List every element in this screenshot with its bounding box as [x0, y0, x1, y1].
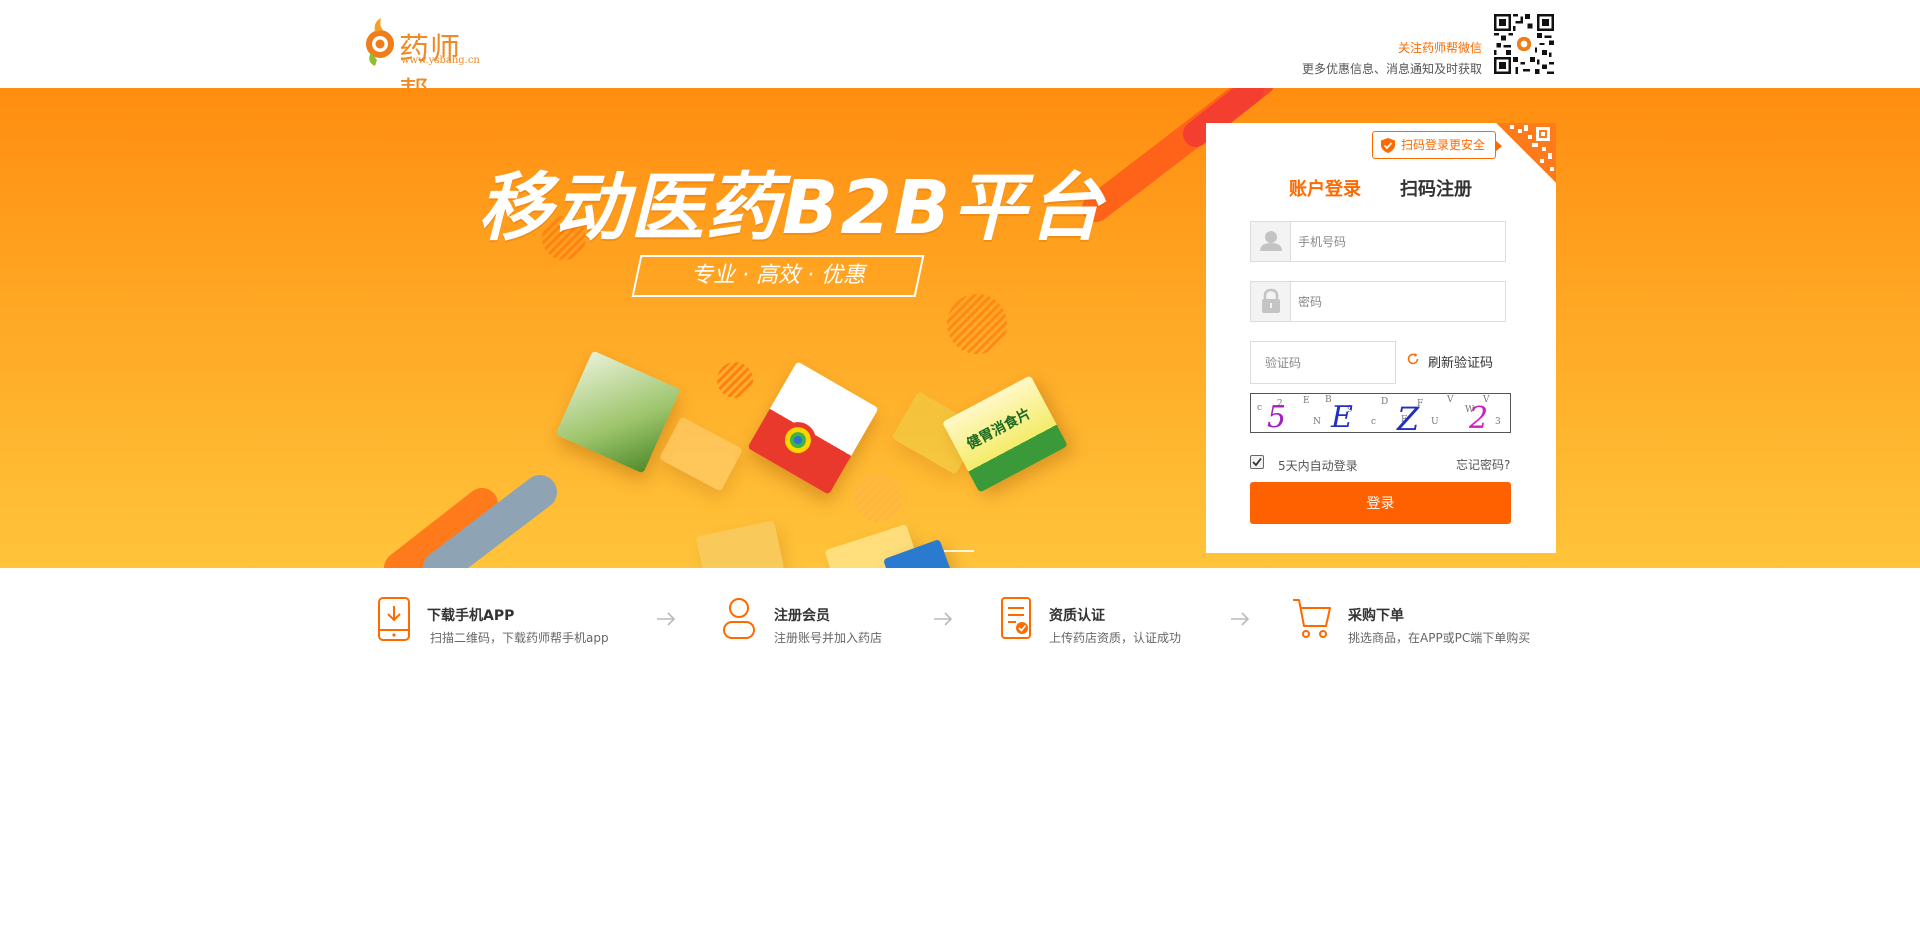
arrow-right-icon	[1231, 612, 1250, 626]
password-input[interactable]	[1292, 282, 1504, 321]
refresh-captcha-label: 刷新验证码	[1428, 356, 1494, 371]
password-field	[1250, 281, 1506, 322]
arrow-right-icon	[657, 612, 676, 626]
product-jianwei-label: 健胃消食片	[964, 405, 1034, 453]
scan-login-tip-label: 扫码登录更安全	[1401, 138, 1486, 152]
site-header: 药师帮 www.ysbang.cn 关注药师帮微信 更多优惠信息、消息通知及时获…	[0, 0, 1920, 111]
remember-label: 5天内自动登录	[1278, 459, 1358, 473]
step-purchase-desc: 挑选商品，在APP或PC端下单购买	[1348, 631, 1531, 645]
wechat-follow-text: 关注药师帮微信 更多优惠信息、消息通知及时获取	[1302, 38, 1482, 80]
user-icon	[1251, 222, 1291, 261]
banner-headline: 移动医药B2B平台	[478, 165, 1105, 251]
svg-text:3: 3	[1495, 417, 1501, 427]
banner-slogan: 专业 · 高效 · 优惠	[691, 263, 865, 288]
svg-text:U: U	[1431, 417, 1439, 427]
logo-url: www.ysbang.cn	[401, 55, 480, 66]
step-certification-desc: 上传药店资质，认证成功	[1049, 631, 1182, 645]
document-check-icon	[1001, 597, 1031, 639]
wechat-qr-code-icon	[1494, 14, 1554, 74]
login-button[interactable]: 登录	[1250, 482, 1511, 524]
arrow-right-icon	[934, 612, 953, 626]
captcha-noise-icon: c 2 EN B9DF F VWV U 3c 5 E Z 2	[1257, 395, 1501, 433]
svg-text:D: D	[1381, 397, 1388, 407]
captcha-image[interactable]: c2EN B9DF FVWV U3c 5 E Z 2	[1250, 393, 1511, 433]
tab-scan-register[interactable]: 扫码注册	[1400, 175, 1472, 201]
tab-account-login[interactable]: 账户登录	[1289, 175, 1361, 201]
site-logo[interactable]: 药师帮 www.ysbang.cn	[363, 16, 488, 111]
user-icon	[723, 598, 755, 639]
banner-slogan-box: 专业 · 高效 · 优惠	[631, 255, 925, 297]
step-purchase-title: 采购下单	[1348, 608, 1404, 624]
captcha-input[interactable]	[1251, 342, 1395, 383]
phone-download-icon	[378, 597, 410, 641]
refresh-icon	[1407, 353, 1419, 365]
svg-text:2: 2	[1468, 401, 1488, 433]
svg-text:E: E	[1303, 396, 1310, 406]
login-panel: 扫码登录更安全 账户登录 扫码注册 手机号码 验证码 刷新验证码 c 2 E N…	[1206, 123, 1556, 553]
remember-checkbox[interactable]	[1250, 455, 1264, 469]
step-register-desc: 注册账号并加入药店	[774, 631, 883, 645]
process-steps: 下载手机APP 扫描二维码，下载药师帮手机app 注册会员 注册账号并加入药店 …	[0, 568, 1920, 678]
svg-text:N: N	[1313, 417, 1321, 427]
svg-text:5: 5	[1267, 400, 1286, 433]
qr-corner-icon[interactable]	[1496, 123, 1556, 183]
logo-mark-icon	[366, 18, 394, 66]
carousel-indicator[interactable]	[944, 550, 974, 552]
step-certification-title: 资质认证	[1049, 608, 1105, 624]
checkmark-icon	[1252, 457, 1262, 467]
svg-text:c: c	[1371, 417, 1376, 427]
refresh-captcha-button[interactable]: 刷新验证码	[1407, 352, 1494, 371]
svg-text:E: E	[1330, 400, 1353, 433]
step-download-title: 下载手机APP	[427, 608, 515, 624]
captcha-field	[1250, 341, 1396, 384]
product-rainbow-icon	[779, 422, 816, 459]
forgot-password-link[interactable]: 忘记密码?	[1456, 456, 1510, 473]
svg-text:Z: Z	[1396, 400, 1420, 433]
svg-text:V: V	[1446, 395, 1454, 405]
wechat-follow-title: 关注药师帮微信	[1397, 41, 1482, 55]
step-download-desc: 扫描二维码，下载药师帮手机app	[430, 631, 609, 645]
scan-login-tip[interactable]: 扫码登录更安全	[1372, 131, 1503, 159]
wechat-follow-desc: 更多优惠信息、消息通知及时获取	[1301, 62, 1482, 76]
lock-icon	[1251, 282, 1291, 321]
step-register-title: 注册会员	[774, 608, 830, 624]
phone-input[interactable]	[1292, 222, 1504, 261]
phone-field	[1250, 221, 1506, 262]
svg-text:c: c	[1257, 403, 1262, 413]
hero-banner: 移动医药B2B平台 专业 · 高效 · 优惠 健胃消食片 扫码登录更安全 账户登…	[0, 88, 1920, 568]
shield-check-icon	[1381, 138, 1395, 153]
cart-icon	[1293, 599, 1331, 638]
